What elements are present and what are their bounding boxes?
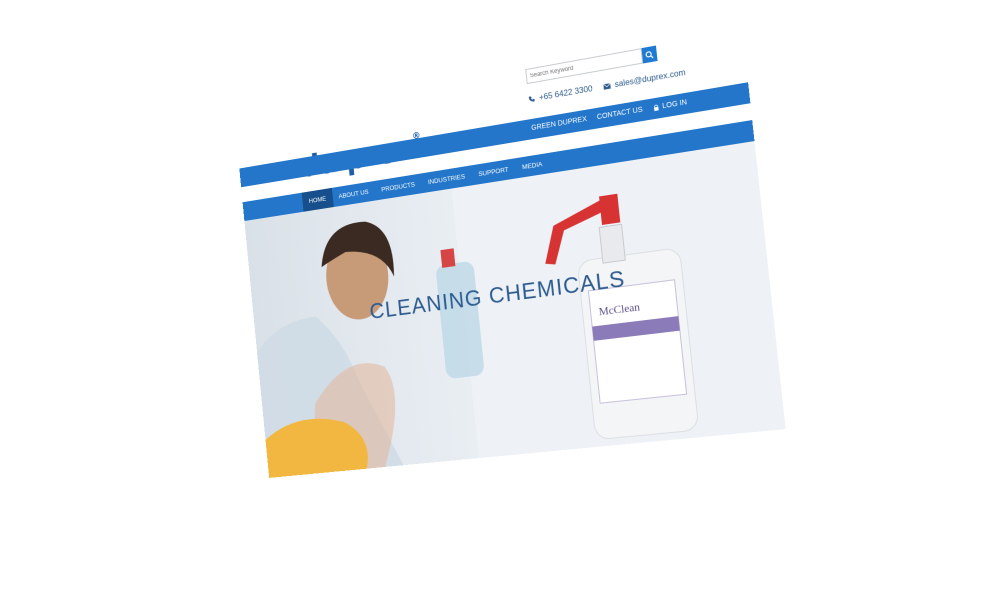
login-label: LOG IN <box>662 99 688 110</box>
lock-icon <box>653 104 660 112</box>
topbar-item-login[interactable]: LOG IN <box>653 99 688 112</box>
phone-icon <box>528 95 536 103</box>
topbar-item-contact-us[interactable]: CONTACT US <box>597 106 643 121</box>
search-icon <box>645 50 654 60</box>
envelope-icon <box>602 82 611 90</box>
website-screenshot-card: du prex® +65 6422 3300 <box>229 0 785 478</box>
stage: du prex® +65 6422 3300 <box>0 0 1000 600</box>
topbar-item-green-duprex[interactable]: GREEN DUPREX <box>531 116 587 132</box>
search-button[interactable] <box>641 46 657 64</box>
